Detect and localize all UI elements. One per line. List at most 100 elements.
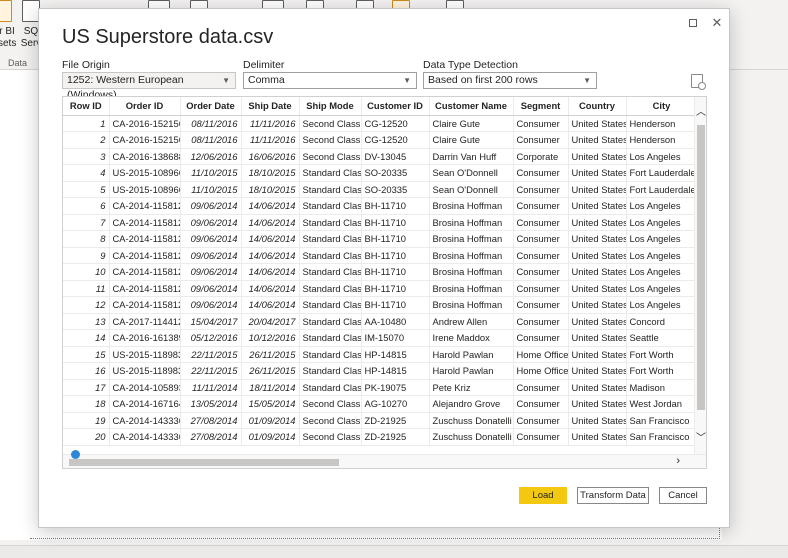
table-cell: San Francisco (626, 412, 698, 429)
column-header[interactable]: City (626, 97, 698, 116)
scroll-right-icon[interactable]: › (676, 455, 680, 467)
column-header[interactable]: Segment (513, 97, 569, 116)
table-row: 8 CA-2014-115812 09/06/2014 14/06/2014 Stand… (63, 230, 698, 248)
table-row: 13 CA-2017-114412 15/04/2017 20/04/2017 Stan… (63, 313, 698, 330)
table-row: 3 CA-2016-138688 12/06/2016 16/06/2016 Secon… (63, 148, 698, 165)
table-cell: Consumer (513, 131, 569, 149)
table-row: 19 CA-2014-143336 27/08/2014 01/09/2014 Seco… (63, 412, 698, 429)
table-cell: BH-11710 (361, 230, 430, 248)
table-cell: CA-2014-115812 (109, 280, 181, 297)
table-cell: Brosina Hoffman (429, 296, 514, 314)
table-cell: 11/10/2015 (180, 164, 242, 182)
column-header[interactable]: Order ID (109, 97, 181, 116)
table-cell: United States (568, 395, 627, 413)
table-cell: Los Angeles (626, 247, 698, 264)
table-row: 16 US-2015-118983 22/11/2015 26/11/2015 Stan… (63, 362, 698, 380)
table-cell: 19 (63, 412, 110, 429)
vertical-scrollbar[interactable]: ︿ ﹀ (694, 97, 706, 454)
column-header[interactable]: Customer Name (429, 97, 514, 116)
chevron-down-icon: ▼ (583, 76, 591, 85)
table-cell: United States (568, 263, 627, 281)
close-button[interactable]: ✕ (709, 15, 725, 31)
table-cell: 13 (63, 313, 110, 330)
table-cell: Consumer (513, 395, 569, 413)
table-cell: Standard Class (299, 329, 362, 347)
preview-table: Row ID Order ID Order Date Ship Date Ship Mo… (63, 97, 698, 446)
table-cell: 14/06/2014 (241, 280, 300, 297)
transform-data-button[interactable]: Transform Data (577, 487, 649, 504)
table-cell: 18/10/2015 (241, 181, 300, 198)
load-button[interactable]: Load (519, 487, 567, 504)
horizontal-scroll-thumb[interactable] (69, 459, 339, 466)
table-row: 1 CA-2016-152156 08/11/2016 11/11/2016 Secon… (63, 115, 698, 132)
table-cell: Henderson (626, 115, 698, 132)
table-row: 18 CA-2014-167164 13/05/2014 15/05/2014 Seco… (63, 395, 698, 413)
column-header[interactable]: Customer ID (361, 97, 430, 116)
table-cell: Consumer (513, 247, 569, 264)
scroll-up-icon[interactable]: ︿ (696, 103, 706, 118)
table-cell: 13/05/2014 (180, 395, 242, 413)
table-cell: 09/06/2014 (180, 280, 242, 297)
table-cell: Concord (626, 313, 698, 330)
table-cell: CA-2016-152156 (109, 115, 181, 132)
column-header[interactable]: Order Date (180, 97, 242, 116)
cancel-button[interactable]: Cancel (659, 487, 707, 504)
table-cell: Madison (626, 379, 698, 396)
table-cell: 08/11/2016 (180, 131, 242, 149)
table-cell: Consumer (513, 230, 569, 248)
table-cell: Los Angeles (626, 197, 698, 215)
file-origin-select[interactable]: 1252: Western European (Windows) ▼ (62, 72, 236, 101)
maximize-icon (689, 19, 697, 27)
table-cell: 11/11/2016 (241, 131, 300, 149)
table-cell: West Jordan (626, 395, 698, 413)
column-header[interactable]: Ship Date (241, 97, 300, 116)
table-cell: BH-11710 (361, 263, 430, 281)
table-row: 11 CA-2014-115812 09/06/2014 14/06/2014 Stan… (63, 280, 698, 297)
table-row: 2 CA-2016-152156 08/11/2016 11/11/2016 Secon… (63, 131, 698, 149)
table-cell: CA-2016-161389 (109, 329, 181, 347)
horizontal-scrollbar[interactable]: › (63, 454, 706, 468)
table-cell: DV-13045 (361, 148, 430, 165)
table-cell: US-2015-108966 (109, 181, 181, 198)
table-cell: Sean O'Donnell (429, 164, 514, 182)
table-cell: Alejandro Grove (429, 395, 514, 413)
table-cell: United States (568, 428, 627, 446)
table-cell: 26/11/2015 (241, 362, 300, 380)
ribbon-button-datasets[interactable]: r BI sets (0, 26, 16, 50)
table-cell: United States (568, 379, 627, 396)
table-cell: 11/11/2016 (241, 115, 300, 132)
table-cell: Second Class (299, 115, 362, 132)
scroll-down-icon[interactable]: ﹀ (696, 429, 706, 444)
table-cell: PK-19075 (361, 379, 430, 396)
vertical-scroll-thumb[interactable] (697, 125, 705, 410)
table-cell: 18/10/2015 (241, 164, 300, 182)
table-cell: Home Office (513, 346, 569, 363)
table-cell: Standard Class (299, 296, 362, 314)
column-header[interactable]: Country (568, 97, 627, 116)
table-cell: 10 (63, 263, 110, 281)
table-cell: BH-11710 (361, 247, 430, 264)
table-cell: Zuschuss Donatelli (429, 412, 514, 429)
table-cell: 27/08/2014 (180, 428, 242, 446)
table-cell: 14/06/2014 (241, 230, 300, 248)
column-header[interactable]: Row ID (63, 97, 110, 116)
table-cell: Los Angeles (626, 214, 698, 231)
table-cell: Los Angeles (626, 280, 698, 297)
table-cell: 01/09/2014 (241, 428, 300, 446)
data-type-detection-select[interactable]: Based on first 200 rows ▼ (423, 72, 597, 89)
column-header[interactable]: Ship Mode (299, 97, 362, 116)
maximize-button[interactable] (685, 15, 701, 31)
table-cell: CA-2016-152156 (109, 131, 181, 149)
table-cell: Claire Gute (429, 115, 514, 132)
table-cell: 18 (63, 395, 110, 413)
table-cell: United States (568, 197, 627, 215)
info-icon (71, 450, 80, 459)
table-cell: Zuschuss Donatelli (429, 428, 514, 446)
table-cell: CA-2014-115812 (109, 230, 181, 248)
table-cell: 7 (63, 214, 110, 231)
refresh-preview-icon[interactable] (691, 74, 706, 90)
delimiter-select[interactable]: Comma ▼ (243, 72, 417, 89)
table-cell: 05/12/2016 (180, 329, 242, 347)
table-cell: Standard Class (299, 214, 362, 231)
table-cell: CA-2014-115812 (109, 263, 181, 281)
